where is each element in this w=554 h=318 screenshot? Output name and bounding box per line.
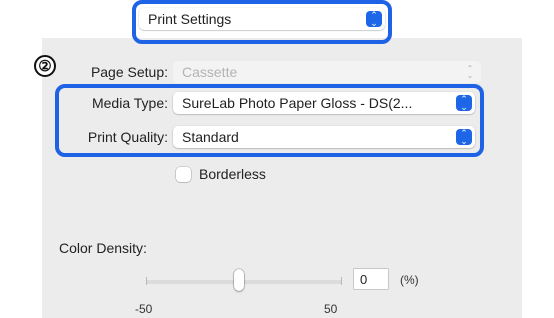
page-setup-value: Cassette xyxy=(182,64,238,80)
up-down-chevron-icon: ⌃ ⌄ xyxy=(456,129,472,146)
print-quality-label: Print Quality: xyxy=(87,129,168,145)
color-density-value: 0 xyxy=(360,271,368,287)
page-setup-label: Page Setup: xyxy=(90,64,168,80)
slider-max-label: 50 xyxy=(324,302,338,316)
slider-min-label: -50 xyxy=(135,302,153,316)
slider-tick-max xyxy=(341,277,342,285)
media-type-popup[interactable]: SureLab Photo Paper Gloss - DS(2... ⌃ ⌄ xyxy=(173,92,475,114)
color-density-slider-knob[interactable] xyxy=(234,269,244,291)
print-settings-popup[interactable]: Print Settings ⌃ ⌄ xyxy=(139,8,385,30)
page-setup-popup: Cassette ⌃ ⌄ xyxy=(173,61,481,83)
up-down-chevron-icon: ⌃ ⌄ xyxy=(456,95,472,112)
step-marker: ② xyxy=(34,55,56,77)
print-quality-popup[interactable]: Standard ⌃ ⌄ xyxy=(173,126,475,148)
media-type-label: Media Type: xyxy=(91,95,168,111)
color-density-unit: (%) xyxy=(400,273,419,287)
up-down-chevron-icon: ⌃ ⌄ xyxy=(466,64,474,80)
borderless-label[interactable]: Borderless xyxy=(199,166,266,182)
color-density-input[interactable]: 0 xyxy=(354,269,388,289)
slider-tick-min xyxy=(146,277,147,285)
color-density-label: Color Density: xyxy=(59,240,147,256)
media-type-value: SureLab Photo Paper Gloss - DS(2... xyxy=(182,95,413,111)
borderless-checkbox[interactable] xyxy=(176,167,191,182)
color-density-slider-track[interactable] xyxy=(146,280,342,284)
print-quality-value: Standard xyxy=(182,129,239,145)
print-settings-value: Print Settings xyxy=(148,11,232,27)
up-down-chevron-icon: ⌃ ⌄ xyxy=(366,11,382,28)
